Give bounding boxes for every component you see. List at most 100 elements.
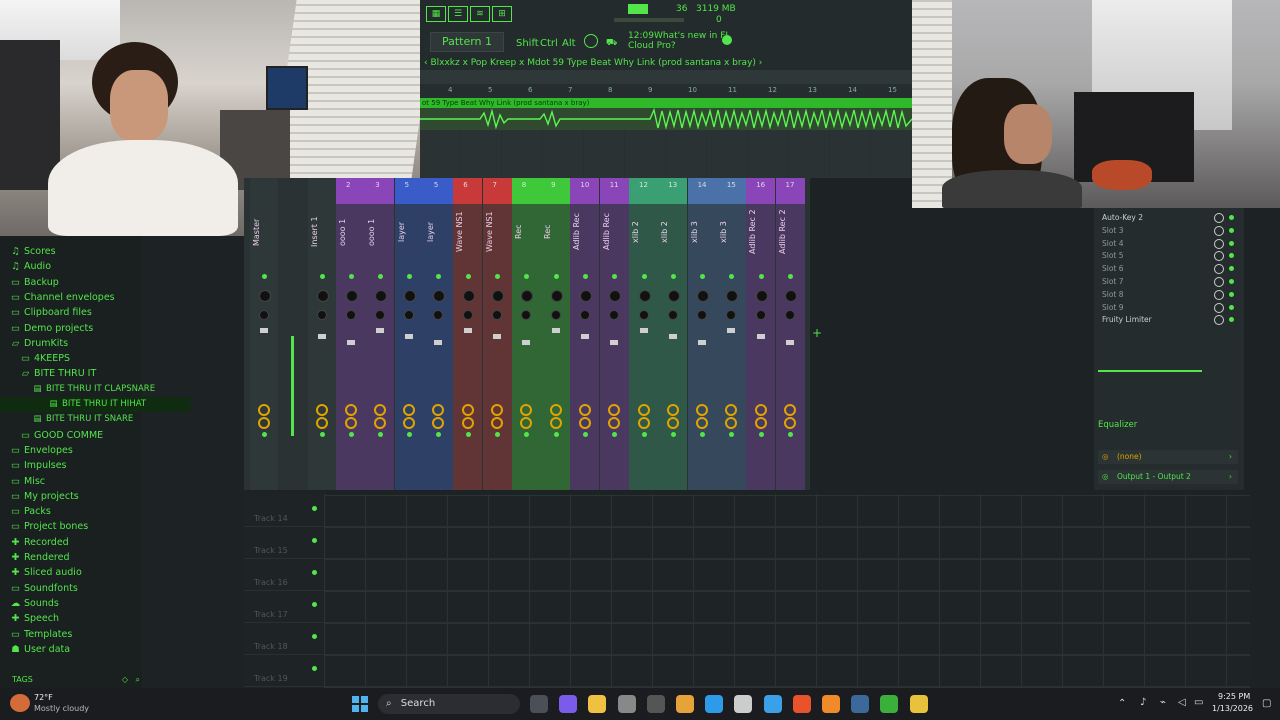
browser-item[interactable]: ▭ Backup — [0, 275, 152, 290]
mix-knob-icon[interactable] — [1214, 302, 1224, 313]
channel-icon[interactable]: ⊞ — [492, 6, 512, 22]
stereo-knob[interactable] — [667, 310, 678, 320]
xbox-icon[interactable] — [880, 695, 899, 713]
route-ring-icon[interactable] — [578, 417, 591, 429]
pan-knob[interactable] — [317, 290, 329, 302]
strip-header[interactable]: 16 — [746, 178, 776, 204]
fx-volume-bar[interactable] — [1098, 370, 1202, 372]
fx-slot[interactable]: Slot 6 — [1098, 263, 1240, 275]
route-led[interactable] — [641, 432, 647, 437]
add-insert-icon[interactable]: + — [812, 326, 822, 340]
volume-fader[interactable] — [463, 328, 472, 333]
volume-fader[interactable] — [698, 340, 707, 345]
route-led[interactable] — [758, 432, 764, 437]
browser-item[interactable]: ▭ Packs — [0, 504, 152, 519]
chrome-icon[interactable] — [676, 695, 694, 713]
obs-icon[interactable] — [646, 695, 665, 713]
piano-icon[interactable]: ▦ — [426, 6, 446, 22]
mix-knob-icon[interactable] — [1214, 238, 1224, 249]
fx-ring-icon[interactable] — [637, 404, 650, 416]
mixer-strip[interactable]: 14 xlib 3 — [687, 178, 717, 490]
route-led[interactable] — [262, 432, 267, 437]
task-view-icon[interactable] — [530, 695, 548, 713]
fx-ring-icon[interactable] — [258, 404, 270, 416]
news-line-2[interactable]: Cloud Pro? — [628, 41, 676, 51]
alt-key[interactable]: Alt — [562, 38, 576, 49]
browser-item[interactable]: ▭ Impulses — [0, 458, 152, 473]
strip-led[interactable] — [262, 274, 267, 279]
pan-knob[interactable] — [785, 290, 797, 302]
volume-fader[interactable] — [434, 340, 443, 345]
timeline-ruler[interactable]: 4 5 6 7 8 9 10 11 12 13 14 15 — [420, 84, 912, 98]
fx-slot[interactable]: Slot 9 — [1098, 302, 1240, 314]
mixer-strip[interactable]: 8 Rec — [511, 178, 541, 490]
fx-ring-icon[interactable] — [696, 404, 709, 416]
weather-desc[interactable]: Mostly cloudy — [34, 704, 89, 713]
browser-item[interactable]: ✚ Speech — [0, 611, 152, 626]
route-ring-icon[interactable] — [784, 417, 796, 429]
mixer-strip[interactable]: 7 Wave NS1 — [482, 178, 512, 490]
stereo-knob[interactable] — [317, 310, 327, 320]
record-icon[interactable] — [584, 34, 598, 48]
mixer-strip[interactable]: 11 Adlib Rec — [599, 178, 629, 490]
ctrl-key[interactable]: Ctrl — [540, 38, 558, 49]
browser-item[interactable]: ▭ Templates — [0, 627, 152, 642]
fx-ring-icon[interactable] — [491, 404, 503, 416]
strip-led[interactable] — [788, 274, 793, 279]
volume-fader[interactable] — [610, 340, 619, 345]
volume-fader[interactable] — [375, 328, 384, 333]
volume-fader[interactable] — [580, 334, 589, 339]
volume-fader[interactable] — [318, 334, 326, 339]
strip-header[interactable]: 6 — [453, 178, 483, 204]
route-led[interactable] — [495, 432, 500, 437]
volume-fader[interactable] — [522, 340, 531, 345]
clock-date[interactable]: 1/13/2026 — [1212, 704, 1253, 713]
strip-header[interactable]: 2 — [336, 178, 365, 204]
output-selector[interactable]: ◎ Output 1 - Output 2 › — [1098, 470, 1238, 484]
browser-item[interactable]: ▤ BITE THRU IT HIHAT — [0, 397, 190, 412]
strip-led[interactable] — [641, 274, 647, 279]
volume-fader[interactable] — [668, 334, 677, 339]
mixer-strip[interactable]: 17 Adlib Rec 2 — [775, 178, 805, 490]
pattern-selector[interactable]: Pattern 1 — [430, 32, 504, 52]
fx-ring-icon[interactable] — [344, 404, 357, 416]
mix-knob-icon[interactable] — [1214, 315, 1224, 326]
strip-header[interactable]: 11 — [599, 178, 629, 204]
fl-studio-icon[interactable] — [822, 695, 840, 713]
strip-header[interactable]: 12 — [629, 178, 658, 204]
fx-slot[interactable]: Slot 5 — [1098, 250, 1240, 262]
fx-slot[interactable]: Slot 3 — [1098, 225, 1240, 237]
strip-header[interactable]: 17 — [775, 178, 805, 204]
browser-item[interactable]: ♫ Audio — [0, 259, 152, 274]
strip-header[interactable]: 15 — [716, 178, 746, 204]
windows-start-icon[interactable] — [352, 696, 368, 712]
strip-header[interactable]: 14 — [687, 178, 717, 204]
mix-knob-icon[interactable] — [1214, 225, 1224, 236]
stereo-knob[interactable] — [550, 310, 561, 320]
browser-item[interactable]: ▤ BITE THRU IT SNARE — [0, 412, 174, 427]
mix-knob-icon[interactable] — [1214, 289, 1224, 300]
volume-fader[interactable] — [756, 334, 765, 339]
fx-ring-icon[interactable] — [784, 404, 796, 416]
strip-header[interactable]: 8 — [511, 178, 541, 204]
input-selector[interactable]: ◎ (none) › — [1098, 450, 1238, 464]
notification-icon[interactable]: ▢ — [1262, 698, 1271, 709]
browser-item[interactable]: ▭ 4KEEPS — [0, 351, 162, 366]
stereo-knob[interactable] — [638, 310, 649, 320]
mixer-strip[interactable]: Master — [250, 178, 278, 490]
mixer-strip[interactable]: 2 oooo 1 — [336, 178, 365, 490]
strip-header[interactable]: 10 — [570, 178, 600, 204]
fx-ring-icon[interactable] — [403, 404, 416, 416]
browser-item[interactable]: ▭ GOOD COMME — [0, 428, 162, 443]
edge-icon[interactable] — [705, 695, 724, 713]
track-mute-led[interactable] — [312, 506, 317, 511]
browser-item[interactable]: ▭ My projects — [0, 489, 152, 504]
mixer-strip[interactable]: 5 layer — [394, 178, 424, 490]
pan-knob[interactable] — [638, 290, 651, 302]
route-ring-icon[interactable] — [344, 417, 357, 429]
fx-slot[interactable]: Slot 4 — [1098, 238, 1240, 250]
microphone-icon[interactable]: ♪ — [1140, 697, 1146, 708]
mixer-strip[interactable]: 15 xlib 3 — [716, 178, 746, 490]
audio-clip-waveform[interactable] — [420, 107, 913, 130]
copilot-icon[interactable] — [559, 695, 578, 713]
